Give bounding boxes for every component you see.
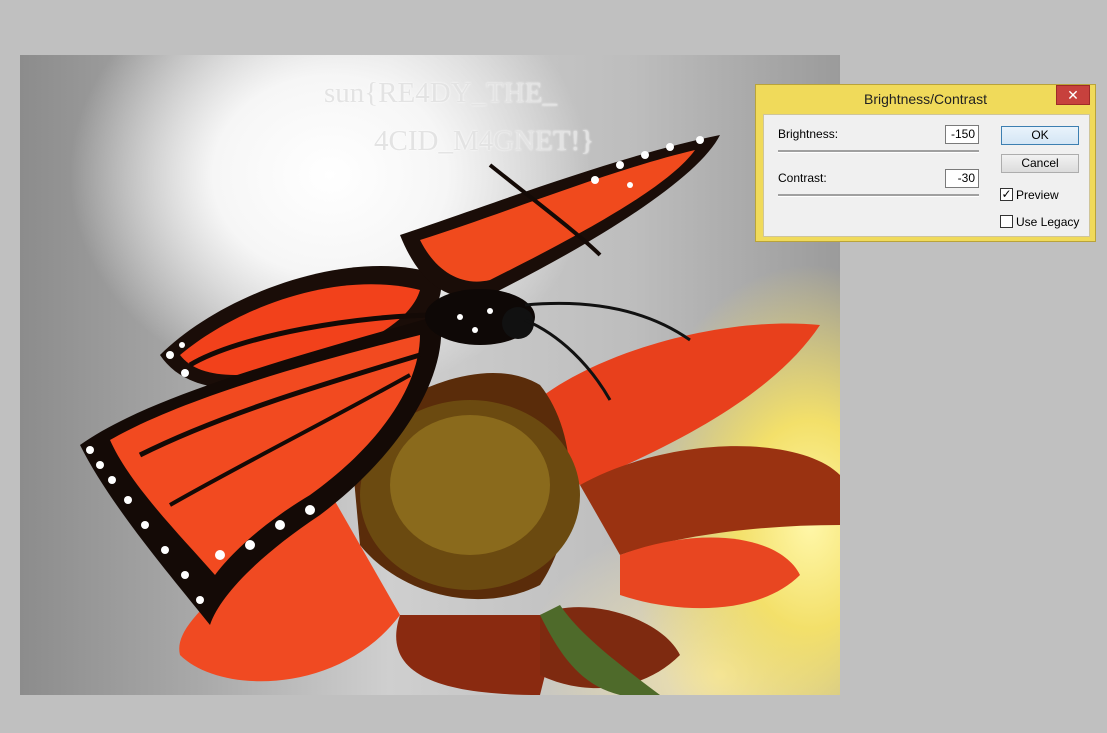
- dialog-title: Brightness/Contrast: [864, 91, 987, 107]
- preview-checkbox[interactable]: ✓: [1000, 188, 1013, 201]
- contrast-slider-track[interactable]: [778, 194, 979, 197]
- close-icon: ✕: [1067, 87, 1079, 103]
- flag-text-line-1: sun{RE4DY_THE_: [324, 77, 558, 109]
- use-legacy-checkbox[interactable]: [1000, 215, 1013, 228]
- brightness-contrast-dialog: Brightness/Contrast ✕ Brightness: -150 C…: [755, 84, 1096, 242]
- dialog-body: Brightness: -150 Contrast: -30 OK Cancel…: [763, 114, 1090, 237]
- ok-button[interactable]: OK: [1001, 126, 1079, 145]
- contrast-value-field[interactable]: -30: [945, 169, 979, 188]
- canvas-image: sun{RE4DY_THE_ 4CID_M4GNET!}: [20, 55, 840, 695]
- use-legacy-label: Use Legacy: [1016, 215, 1080, 229]
- contrast-label: Contrast:: [778, 171, 827, 185]
- checkmark-icon: ✓: [1001, 187, 1012, 201]
- cancel-button[interactable]: Cancel: [1001, 154, 1079, 173]
- flag-text-line-2: 4CID_M4GNET!}: [374, 125, 595, 157]
- brightness-value-field[interactable]: -150: [945, 125, 979, 144]
- brightness-label: Brightness:: [778, 127, 839, 141]
- close-button[interactable]: ✕: [1056, 85, 1090, 105]
- preview-label: Preview: [1016, 188, 1059, 202]
- brightness-slider-track[interactable]: [778, 150, 979, 153]
